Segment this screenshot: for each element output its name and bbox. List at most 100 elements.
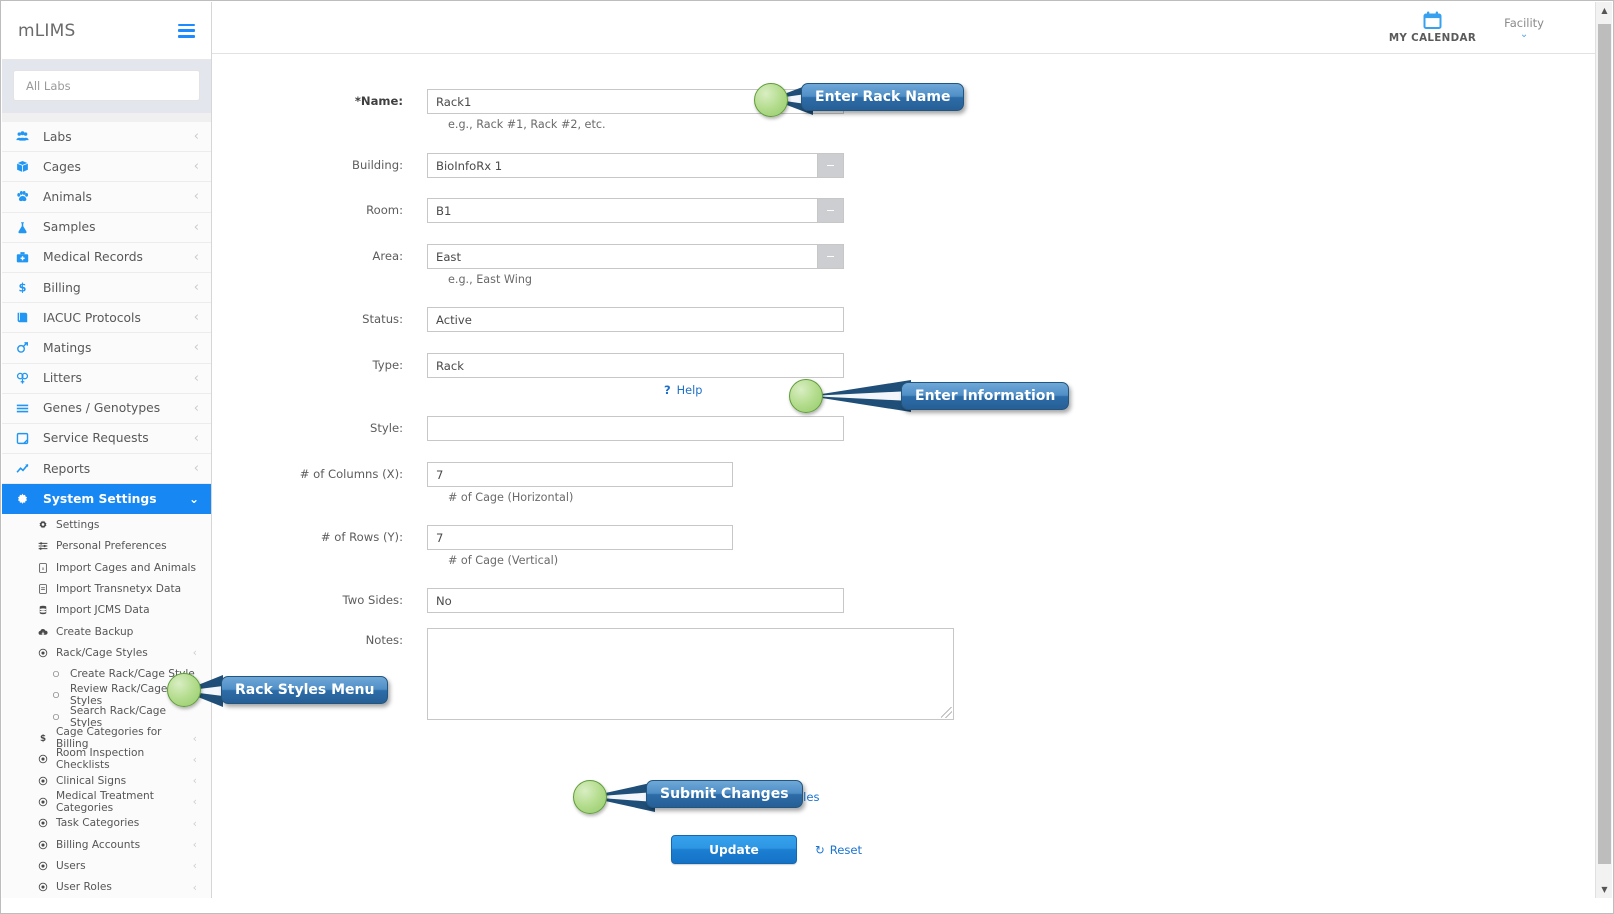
bars-icon — [16, 402, 38, 415]
sidebar-subitem-import-cages-and-animals[interactable]: x Import Cages and Animals — [2, 557, 211, 579]
columns-hint: # of Cage (Horizontal) — [448, 491, 574, 504]
chevron-left-icon: ‹ — [193, 370, 199, 386]
sidebar-subitem-label: Create Rack/Cage Style — [70, 668, 195, 681]
two-sides-input[interactable]: No — [427, 588, 844, 613]
hamburger-menu-icon[interactable] — [178, 23, 195, 38]
sidebar-subitem-review-rack-cage-styles[interactable]: Review Rack/Cage Styles — [2, 683, 211, 707]
sidebar-subitem-clinical-signs[interactable]: Clinical Signs ‹ — [2, 770, 211, 792]
dot-circle-icon — [38, 754, 53, 764]
sidebar-subitem-personal-preferences[interactable]: Personal Preferences — [2, 535, 211, 558]
sidebar-subitem-create-backup[interactable]: Create Backup — [2, 620, 211, 643]
area-dropdown-arrow-icon[interactable] — [817, 244, 844, 269]
sidebar-item-litters[interactable]: Litters ‹ — [2, 363, 211, 394]
scroll-up-arrow-icon[interactable]: ▲ — [1596, 2, 1613, 19]
sidebar-item-animals[interactable]: Animals ‹ — [2, 182, 211, 213]
sidebar-item-label: IACUC Protocols — [43, 310, 141, 325]
name-input[interactable]: Rack1 — [427, 89, 844, 114]
sidebar-divider-strip — [2, 113, 211, 122]
sidebar-subitem-label: Medical Treatment Categories — [56, 789, 154, 814]
sidebar-subitem-room-inspection-checklists[interactable]: Room Inspection Checklists ‹ — [2, 747, 211, 771]
style-input[interactable] — [427, 416, 844, 441]
form-row-columns: # of Columns (X): 7 — [212, 462, 733, 487]
chevron-left-icon: ‹ — [193, 189, 199, 205]
chevron-down-icon: ⌄ — [1519, 29, 1529, 40]
update-button[interactable]: Update — [671, 835, 797, 864]
file-icon — [38, 584, 53, 594]
dot-circle-icon — [38, 840, 53, 850]
sidebar-item-service-requests[interactable]: Service Requests ‹ — [2, 423, 211, 455]
sidebar-subitem-billing-accounts[interactable]: Billing Accounts ‹ — [2, 833, 211, 856]
sidebar-subitem-create-rack-cage-style[interactable]: Create Rack/Cage Style — [2, 663, 211, 685]
lab-selector-input[interactable]: All Labs — [13, 70, 200, 101]
sidebar-subitem-label: Billing Accounts — [56, 838, 141, 851]
scroll-down-arrow-icon[interactable]: ▼ — [1596, 881, 1613, 898]
sidebar-subitem-users[interactable]: Users ‹ — [2, 855, 211, 877]
sidebar-subitem-import-jcms-data[interactable]: Import JCMS Data — [2, 599, 211, 621]
rows-hint: # of Cage (Vertical) — [448, 554, 559, 567]
sidebar-item-label: Reports — [43, 461, 91, 476]
sidebar-subitem-import-transnetyx-data[interactable]: Import Transnetyx Data — [2, 578, 211, 600]
rows-input[interactable]: 7 — [427, 525, 733, 550]
sidebar-subitem-rack-cage-styles[interactable]: Rack/Cage Styles ‹ — [2, 642, 211, 664]
facility-dropdown[interactable]: Facility ⌄ — [1504, 16, 1544, 40]
my-calendar-button[interactable]: MY CALENDAR — [1389, 11, 1476, 44]
sidebar-item-label: Service Requests — [43, 431, 149, 446]
sidebar-item-medical-records[interactable]: Medical Records ‹ — [2, 242, 211, 273]
svg-text:$: $ — [19, 281, 27, 294]
chevron-down-icon: ⌄ — [188, 492, 199, 507]
application-window: mLIMS All Labs Labs ‹ Cages ‹ Animals ‹ Sample… — [0, 0, 1614, 914]
type-input[interactable]: Rack — [427, 353, 844, 378]
sidebar-item-cages[interactable]: Cages ‹ — [2, 152, 211, 183]
notes-textarea[interactable] — [427, 628, 954, 720]
columns-input[interactable]: 7 — [427, 462, 733, 487]
dot-circle-icon — [38, 797, 53, 807]
chevron-left-icon: ‹ — [192, 880, 197, 894]
room-select[interactable]: B1 — [427, 198, 844, 223]
sidebar-item-billing[interactable]: $ Billing ‹ — [2, 272, 211, 304]
app-logo-text: mLIMS — [18, 20, 76, 41]
sidebar-item-label: System Settings — [43, 492, 157, 507]
area-hint: e.g., East Wing — [448, 273, 533, 286]
sidebar-item-samples[interactable]: Samples ‹ — [2, 212, 211, 243]
attach-files-link[interactable]: 📎 Click here to attach files — [658, 789, 820, 804]
area-select[interactable]: East — [427, 244, 844, 269]
line-chart-icon — [16, 462, 38, 475]
reset-button[interactable]: ↻ Reset — [815, 843, 862, 857]
sidebar-item-reports[interactable]: Reports ‹ — [2, 454, 211, 485]
sidebar-subitem-settings[interactable]: Settings — [2, 514, 211, 536]
chevron-left-icon: ‹ — [193, 280, 199, 296]
area-label: Area: — [372, 249, 403, 263]
dot-circle-icon — [38, 861, 53, 871]
scrollbar-thumb[interactable] — [1598, 24, 1611, 864]
circle-o-icon — [52, 713, 67, 721]
attach-files-label: Click here to attach files — [678, 790, 820, 804]
sidebar-item-system-settings[interactable]: System Settings ⌄ — [2, 484, 211, 515]
sidebar-subitem-search-rack-cage-styles[interactable]: Search Rack/Cage Styles — [2, 705, 211, 729]
sidebar-subitem-medical-treatment-categories[interactable]: Medical Treatment Categories ‹ — [2, 789, 211, 814]
sidebar-item-labs[interactable]: Labs ‹ — [2, 122, 211, 153]
sidebar-subitem-user-roles[interactable]: User Roles ‹ — [2, 876, 211, 898]
sidebar-subitem-label: Import JCMS Data — [56, 604, 150, 617]
help-link[interactable]: ? Help — [664, 383, 702, 397]
room-dropdown-arrow-icon[interactable] — [817, 198, 844, 223]
sidebar-item-iacuc-protocols[interactable]: IACUC Protocols ‹ — [2, 303, 211, 334]
building-dropdown-arrow-icon[interactable] — [817, 153, 844, 178]
sidebar-item-label: Genes / Genotypes — [43, 401, 161, 416]
sidebar-subitem-task-categories[interactable]: Task Categories ‹ — [2, 812, 211, 834]
resize-grip-icon[interactable] — [941, 707, 952, 718]
vertical-scrollbar[interactable]: ▲ ▼ — [1595, 2, 1612, 898]
status-input[interactable]: Active — [427, 307, 844, 332]
sidebar-subitem-label: Personal Preferences — [56, 540, 167, 553]
sidebar-item-genes-genotypes[interactable]: Genes / Genotypes ‹ — [2, 393, 211, 424]
dollar-icon: $ — [38, 733, 53, 743]
building-select[interactable]: BioInfoRx 1 — [427, 153, 844, 178]
paw-icon — [16, 190, 38, 203]
chevron-left-icon: ‹ — [192, 774, 197, 788]
sidebar-subitem-cage-categories-for-billing[interactable]: $ Cage Categories for Billing ‹ — [2, 726, 211, 750]
chevron-left-icon: ‹ — [193, 219, 199, 235]
columns-label: # of Columns (X): — [299, 467, 403, 481]
sidebar-item-matings[interactable]: Matings ‹ — [2, 333, 211, 364]
two-sides-label: Two Sides: — [342, 593, 403, 607]
facility-label: Facility — [1504, 16, 1544, 30]
sidebar-subitem-label: User Roles — [56, 881, 112, 894]
